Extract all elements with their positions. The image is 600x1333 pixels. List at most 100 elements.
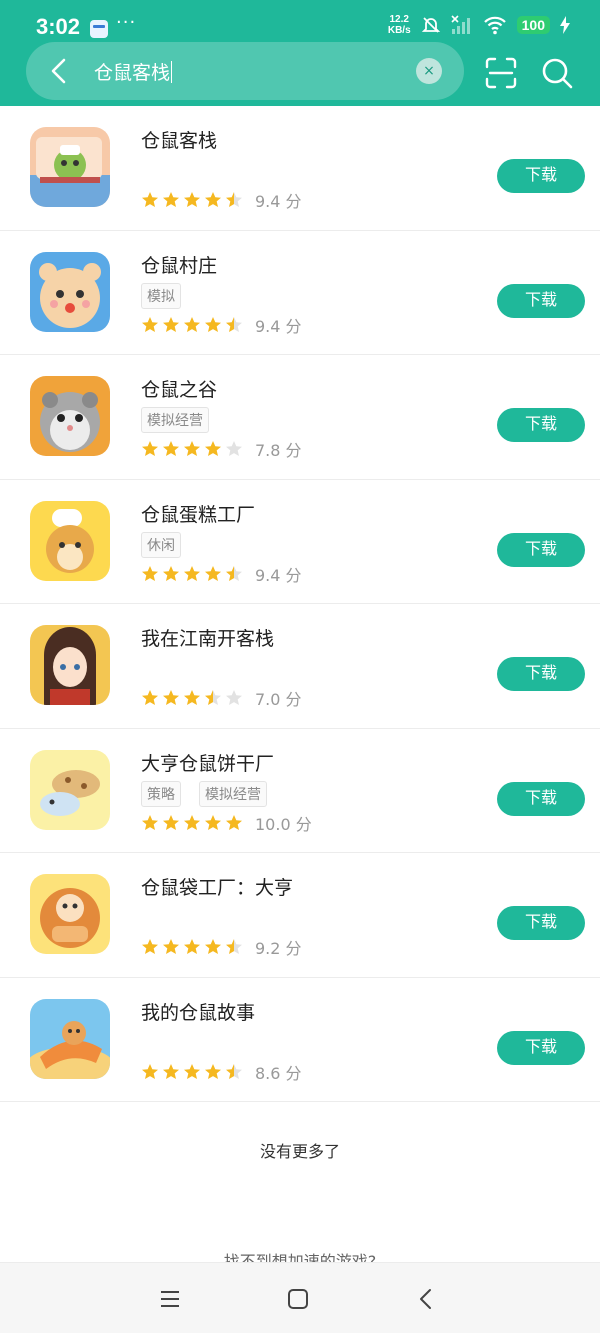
download-button[interactable]: 下载	[497, 159, 585, 193]
app-score: 7.8 分	[255, 437, 302, 461]
cellular-signal-icon	[451, 15, 470, 34]
app-icon-tycoon-hamster-biscuit	[30, 749, 110, 830]
star-icon	[205, 690, 221, 705]
list-item[interactable]: 我在江南开客栈 7.0 分 下载	[0, 604, 600, 729]
star-icon	[163, 441, 179, 456]
star-icon	[205, 814, 221, 830]
app-tag: 策略	[141, 780, 181, 807]
star-rating	[141, 440, 243, 458]
star-icon	[142, 192, 158, 207]
home-icon[interactable]	[286, 1287, 310, 1311]
download-button[interactable]: 下载	[497, 781, 585, 816]
app-tags: 休闲	[141, 531, 181, 558]
download-button[interactable]: 下载	[497, 283, 585, 318]
app-icon-hamster-village	[30, 251, 110, 332]
list-item[interactable]: 仓鼠村庄 模拟 9.4 分 下载	[0, 231, 600, 355]
star-icon	[142, 1063, 158, 1079]
star-icon	[226, 441, 242, 456]
star-icon	[142, 814, 158, 830]
star-icon	[184, 1063, 200, 1079]
list-item[interactable]: 仓鼠之谷 模拟经营 7.8 分 下载	[0, 355, 600, 480]
app-score: 9.2 分	[255, 935, 302, 959]
search-icon[interactable]	[540, 56, 574, 90]
app-icon-hamster-valley	[30, 376, 110, 456]
app-tags: 策略 模拟经营	[141, 780, 267, 807]
app-score: 9.4 分	[255, 313, 302, 337]
app-rating: 7.0 分	[141, 686, 302, 710]
star-icon	[226, 690, 242, 705]
recent-apps-icon[interactable]	[158, 1287, 182, 1311]
star-rating	[141, 565, 243, 583]
score-unit: 分	[285, 192, 302, 211]
star-icon	[184, 814, 200, 830]
star-icon	[142, 690, 158, 705]
score-value: 8.6	[255, 1063, 281, 1083]
app-name: 仓鼠蛋糕工厂	[141, 503, 256, 526]
download-button[interactable]: 下载	[497, 906, 585, 940]
list-item[interactable]: 我的仓鼠故事 8.6 分 下载	[0, 978, 600, 1102]
star-icon	[205, 565, 221, 581]
app-rating: 9.4 分	[141, 562, 302, 586]
star-icon	[205, 316, 221, 332]
search-bar[interactable]: 仓鼠客栈 ×	[26, 42, 464, 100]
star-icon	[142, 441, 158, 456]
list-item[interactable]: 大亨仓鼠饼干厂 策略 模拟经营 10.0 分 下载	[0, 729, 600, 853]
score-unit: 分	[285, 441, 302, 460]
star-icon	[142, 939, 158, 954]
star-rating	[141, 814, 243, 832]
app-tag: 模拟	[141, 282, 181, 309]
download-button[interactable]: 下载	[497, 657, 585, 691]
clear-search-icon[interactable]: ×	[416, 58, 442, 84]
list-item[interactable]: 仓鼠客栈 9.4 分 下载	[0, 106, 600, 231]
score-value: 10.0	[255, 814, 291, 834]
app-rating: 9.4 分	[141, 188, 302, 212]
download-button[interactable]: 下载	[497, 532, 585, 567]
wifi-icon	[483, 16, 506, 35]
star-icon	[226, 316, 242, 332]
score-unit: 分	[285, 939, 302, 958]
app-rating: 7.8 分	[141, 437, 302, 461]
app-icon-my-hamster-story	[30, 998, 110, 1079]
star-icon	[226, 1063, 242, 1079]
search-result-list: 仓鼠客栈 9.4 分 下载 仓鼠村庄 模拟 9.4 分 下载 仓鼠之谷 模拟经营…	[0, 106, 600, 1102]
app-tag: 模拟经营	[141, 407, 209, 433]
status-icons: 12.2 KB/s 100	[388, 14, 570, 36]
score-value: 9.4	[255, 565, 281, 585]
scan-icon[interactable]	[484, 56, 518, 90]
list-item[interactable]: 仓鼠蛋糕工厂 休闲 9.4 分 下载	[0, 480, 600, 604]
star-rating	[141, 938, 243, 956]
download-button[interactable]: 下载	[497, 1030, 585, 1065]
back-arrow-icon[interactable]	[44, 55, 76, 87]
status-bar: 3:02 ··· 12.2 KB/s 100	[0, 0, 600, 46]
score-value: 9.2	[255, 939, 281, 958]
star-icon	[205, 441, 221, 456]
star-icon	[226, 939, 242, 954]
app-score: 7.0 分	[255, 686, 302, 710]
list-item[interactable]: 仓鼠袋工厂：大亨 9.2 分 下载	[0, 853, 600, 978]
star-icon	[142, 316, 158, 332]
score-unit: 分	[285, 316, 302, 336]
app-score: 9.4 分	[255, 188, 302, 212]
star-icon	[184, 441, 200, 456]
app-score: 9.4 分	[255, 562, 302, 586]
star-icon	[205, 192, 221, 207]
app-score: 8.6 分	[255, 1060, 302, 1084]
app-tag: 模拟经营	[199, 780, 267, 807]
download-button[interactable]: 下载	[497, 408, 585, 442]
star-icon	[163, 565, 179, 581]
star-icon	[142, 565, 158, 581]
score-value: 7.8	[255, 441, 281, 460]
star-icon	[163, 690, 179, 705]
app-name: 仓鼠客栈	[141, 130, 218, 152]
nav-back-icon[interactable]	[414, 1287, 438, 1311]
end-of-list-text: 没有更多了	[259, 1142, 340, 1161]
app-tag: 休闲	[141, 531, 181, 558]
app-rating: 9.4 分	[141, 313, 302, 337]
app-icon-jiangnan-inn	[30, 625, 110, 705]
star-icon	[163, 192, 179, 207]
star-icon	[226, 192, 242, 207]
star-rating	[141, 1063, 243, 1081]
system-navigation-bar	[0, 1262, 600, 1333]
star-icon	[226, 565, 242, 581]
search-input[interactable]: 仓鼠客栈	[94, 58, 173, 85]
